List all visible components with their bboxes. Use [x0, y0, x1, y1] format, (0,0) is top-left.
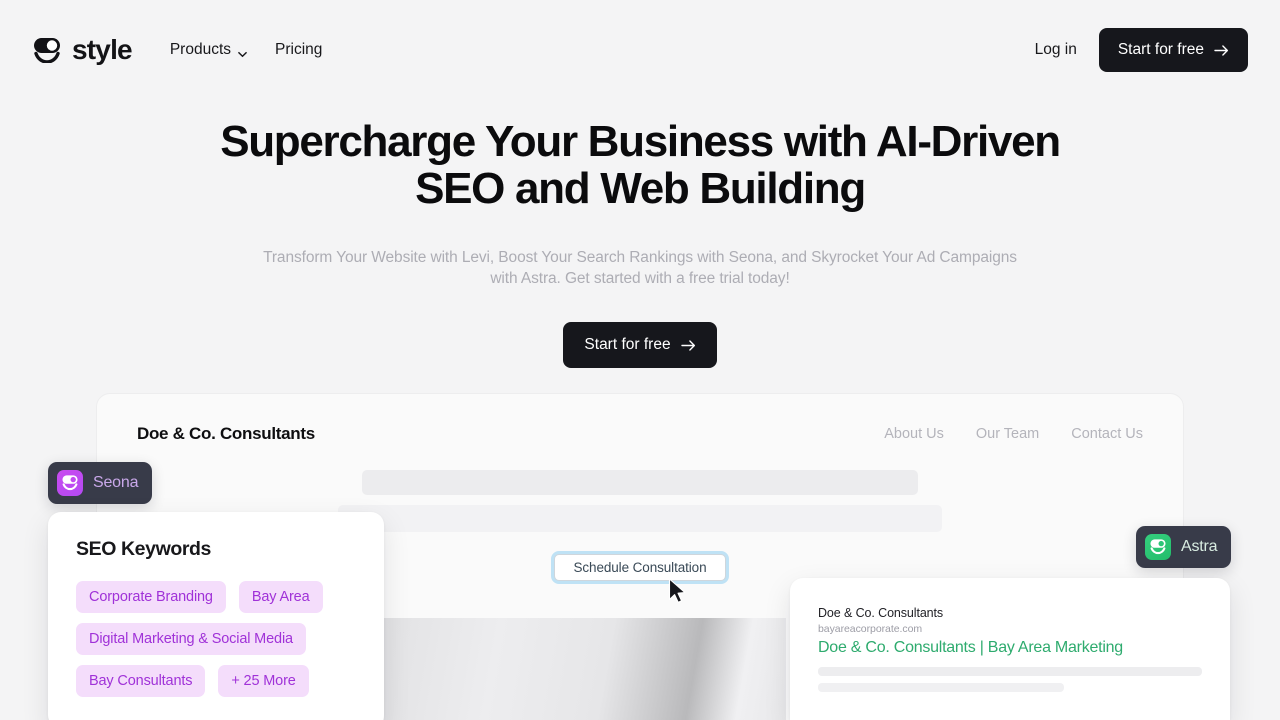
- seo-keyword-tag-list: Corporate Branding Bay Area Digital Mark…: [76, 581, 356, 697]
- hero-start-for-free-label: Start for free: [584, 336, 671, 354]
- seona-logo-icon: [57, 470, 83, 496]
- seo-keywords-title: SEO Keywords: [76, 538, 211, 560]
- search-result-skeleton-bar-1: [818, 667, 1202, 676]
- landing-page: style Products Pricing Log in Start for …: [0, 0, 1280, 720]
- schedule-consultation-label: Schedule Consultation: [573, 560, 707, 575]
- primary-nav-links: Products Pricing: [170, 41, 323, 59]
- seo-keyword-tag[interactable]: Bay Area: [238, 581, 323, 613]
- chevron-down-icon: [238, 46, 247, 57]
- search-result-business-name: Doe & Co. Consultants: [818, 606, 944, 620]
- seo-keywords-card: SEO Keywords Corporate Branding Bay Area…: [48, 512, 384, 720]
- schedule-consultation-button[interactable]: Schedule Consultation: [551, 551, 729, 584]
- hero-cta-wrapper: Start for free: [0, 322, 1280, 369]
- hero-start-for-free-button[interactable]: Start for free: [563, 322, 717, 369]
- mouse-pointer-icon: [668, 578, 688, 604]
- search-result-url: bayareacorporate.com: [818, 623, 923, 635]
- nav-item-products-label: Products: [169, 41, 231, 58]
- hero-section: Supercharge Your Business with AI-Driven…: [0, 117, 1280, 369]
- mockup-nav: About Us Our Team Contact Us: [884, 426, 1143, 442]
- nav-item-products[interactable]: Products: [170, 41, 247, 59]
- hero-subtitle: Transform Your Website with Levi, Boost …: [263, 249, 1017, 287]
- mockup-nav-item-about-us[interactable]: About Us: [884, 426, 944, 442]
- style-smiley-logo-icon: [32, 37, 63, 64]
- mockup-header: Doe & Co. Consultants About Us Our Team …: [97, 394, 1183, 444]
- brand-logo[interactable]: style: [32, 34, 133, 66]
- seo-keyword-tag[interactable]: Digital Marketing & Social Media: [76, 623, 306, 655]
- badge-seona-label: Seona: [93, 474, 139, 491]
- mockup-nav-item-our-team[interactable]: Our Team: [976, 426, 1039, 442]
- search-result-card: Doe & Co. Consultants bayareacorporate.c…: [790, 578, 1230, 720]
- mockup-image-placeholder: [384, 618, 786, 720]
- mockup-nav-item-contact-us[interactable]: Contact Us: [1071, 426, 1143, 442]
- nav-item-pricing-label: Pricing: [275, 41, 323, 58]
- badge-seona[interactable]: Seona: [48, 462, 153, 504]
- top-navigation-bar: style Products Pricing Log in Start for …: [0, 0, 1280, 100]
- astra-logo-icon: [1145, 534, 1171, 560]
- nav-actions: Log in Start for free: [1035, 28, 1248, 72]
- nav-item-pricing[interactable]: Pricing: [275, 41, 322, 59]
- seo-keyword-tag[interactable]: Bay Consultants: [76, 665, 206, 697]
- seo-keyword-tag[interactable]: Corporate Branding: [76, 581, 226, 613]
- search-result-skeleton-bar-2: [818, 683, 1064, 692]
- badge-astra[interactable]: Astra: [1136, 526, 1232, 568]
- search-result-title-link[interactable]: Doe & Co. Consultants | Bay Area Marketi…: [818, 639, 1202, 657]
- page-title: Supercharge Your Business with AI-Driven…: [220, 117, 1061, 214]
- mockup-skeleton-bar-1: [362, 470, 918, 495]
- arrow-right-icon: [1214, 44, 1229, 57]
- badge-astra-label: Astra: [1181, 538, 1218, 555]
- brand-name: style: [72, 34, 133, 65]
- mockup-skeleton-bar-2: [338, 505, 942, 532]
- login-link[interactable]: Log in: [1035, 41, 1077, 59]
- arrow-right-icon: [680, 339, 696, 352]
- nav-start-for-free-button[interactable]: Start for free: [1098, 28, 1248, 72]
- nav-start-for-free-label: Start for free: [1117, 41, 1204, 58]
- seo-keyword-tag-more[interactable]: + 25 More: [218, 665, 309, 697]
- mockup-site-title: Doe & Co. Consultants: [137, 424, 315, 443]
